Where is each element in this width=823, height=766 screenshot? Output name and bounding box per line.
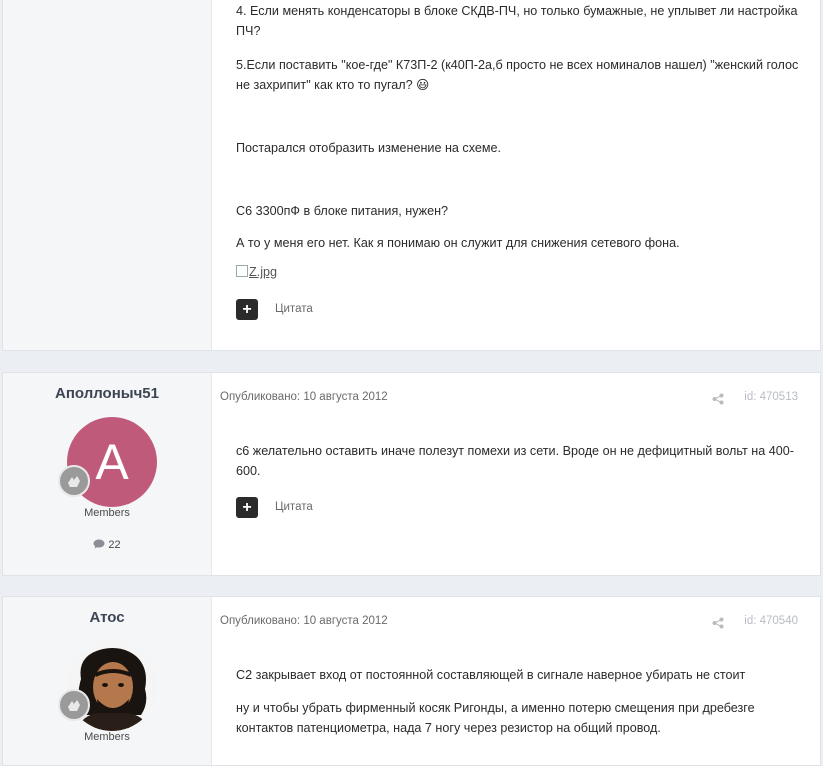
share-icon[interactable] [712,617,724,629]
rank-badge-icon [68,700,80,711]
post-count: 22 [3,539,211,551]
post-paragraph: Постарался отобразить изменение на схеме… [236,141,502,155]
member-group: Members [84,507,130,519]
post: Аполлоныч51 A Members 22 Опубликовано: 1… [2,372,821,576]
author-column: Аполлоныч51 A Members 22 [3,373,212,575]
post-paragraph: С6 3300пФ в блоке питания, нужен? [236,204,449,218]
post-paragraph: А то у меня его нет. Как я понимаю он сл… [236,236,680,250]
attached-image-link[interactable]: Z.jpg [236,265,277,279]
post-content: Опубликовано: 10 августа 2012 id: 470540… [212,597,820,765]
quote-button[interactable]: + [236,497,258,518]
post: Атос Members Опубликовано: 10 августа 20… [2,596,821,766]
post-id[interactable]: id: 470540 [744,615,798,627]
post-paragraph: ну и чтобы убрать фирменный косяк Ригонд… [236,701,755,735]
author-name[interactable]: Атос [3,609,211,626]
quote-button[interactable]: + [236,299,258,320]
quote-link[interactable]: Цитата [275,301,313,317]
post-paragraph: 4. Если менять конденсаторы в блоке СКДВ… [236,4,798,38]
rank-badge-icon [58,689,90,721]
post-paragraph: 5.Если поставить "кое-где" К73П-2 (к40П-… [236,58,799,92]
member-group: Members [84,731,130,743]
post-paragraph: с6 желательно оставить иначе полезут пом… [236,444,794,478]
post-date[interactable]: Опубликовано: 10 августа 2012 [220,615,388,627]
author-column: Атос Members [3,597,212,765]
broken-image-icon [236,265,248,277]
quote-link[interactable]: Цитата [275,499,313,515]
post-paragraph: С2 закрывает вход от постоянной составля… [236,668,746,682]
post-content: Опубликовано: 10 августа 2012 id: 470513… [212,373,820,575]
post-date[interactable]: Опубликовано: 10 августа 2012 [220,391,388,403]
post-content: 4. Если менять конденсаторы в блоке СКДВ… [212,0,820,350]
author-column [3,0,212,350]
post-id[interactable]: id: 470513 [744,391,798,403]
post: 4. Если менять конденсаторы в блоке СКДВ… [2,0,821,351]
author-name[interactable]: Аполлоныч51 [3,385,211,402]
share-icon[interactable] [712,393,724,405]
rank-badge-icon [58,465,90,497]
rank-badge-icon [68,476,80,487]
comment-icon [93,539,105,549]
